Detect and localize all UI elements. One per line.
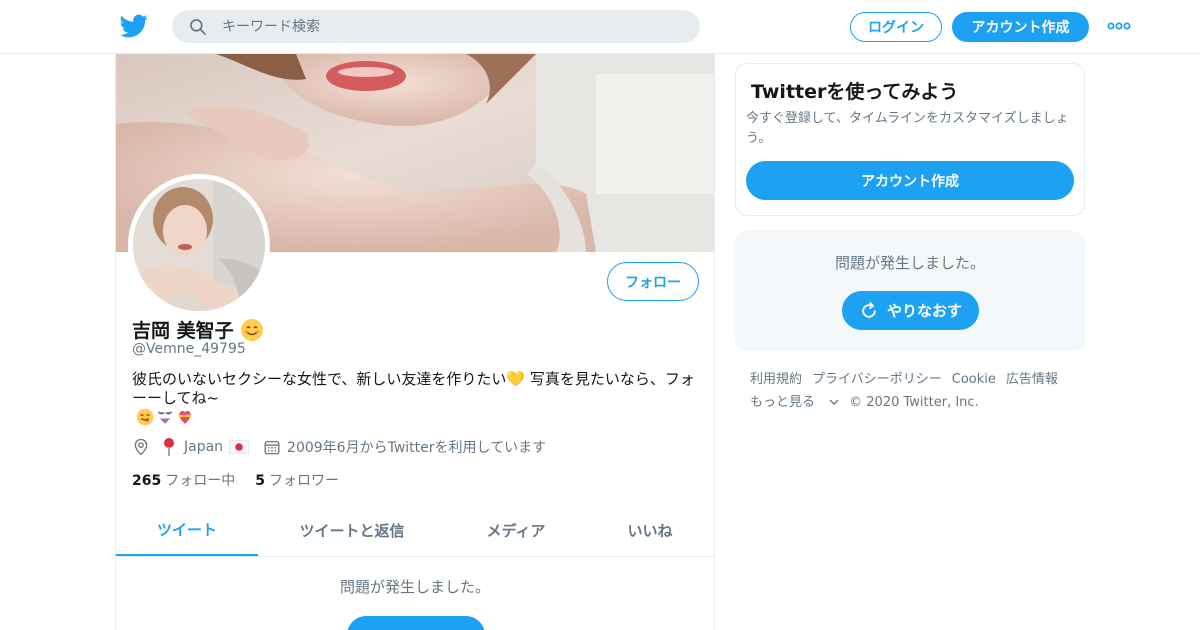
signup-card-title: Twitterを使ってみよう [751,81,959,103]
footer-link-ads[interactable]: 広告情報 [1006,368,1058,391]
footer-link-cookie[interactable]: Cookie [952,368,996,391]
retry-button-label: やりなおす [886,302,962,320]
sidebar-footer: 利用規約 プライバシーポリシー Cookie 広告情報 もっと見る © 2020 Tw… [750,368,1080,414]
signup-card-description: 今すぐ登録して、タイムラインをカスタマイズしましょう。 [746,111,1069,146]
refresh-icon [862,301,876,318]
followers-count: 5 [255,473,265,489]
profile-meta-row: Japan 2009年6月からTwitterを利用しています [132,437,546,457]
tab-likes[interactable]: いいね [586,504,714,556]
footer-link-terms[interactable]: 利用規約 [750,368,802,391]
smile-emoji-icon [240,318,263,341]
profile-counts: 265 フォロー中 5 フォロワー [132,470,339,490]
followers-count-link[interactable]: 5 フォロワー [255,470,339,490]
profile-bio: 彼氏のいないセクシーな女性で、新しい友達を作りたい💛 写真を見たいなら、フォーー… [132,370,695,407]
search-box[interactable] [172,10,700,43]
profile-tabs: ツイート ツイートと返信 メディア いいね [116,504,714,557]
savoring-emoji-icon [136,408,154,426]
tab-tweets-and-replies[interactable]: ツイートと返信 [258,504,446,556]
following-count: 265 [132,473,162,489]
location-icon [134,438,148,456]
profile-column: フォロー 吉岡 美智子 @Vemne_49795 彼氏のいないセクシーな女性で、… [115,54,715,630]
timeline-retry-button[interactable] [347,616,485,630]
retry-button[interactable]: やりなおす [842,291,979,330]
heart-ribbon-emoji-icon [178,411,192,424]
timeline-error-text: 問題が発生しました。 [339,578,490,596]
profile-avatar[interactable] [128,174,270,316]
twitter-bird-icon[interactable] [119,12,149,40]
signup-card-button[interactable]: アカウント作成 [746,161,1074,200]
signup-card: Twitterを使ってみよう 今すぐ登録して、タイムラインをカスタマイズしましょ… [735,63,1085,216]
bikini-emoji-icon [157,411,173,424]
pin-emoji-icon [164,438,174,456]
profile-joined-date: 2009年6月からTwitterを利用しています [287,440,547,456]
more-dots-icon[interactable] [1106,18,1132,34]
footer-link-privacy[interactable]: プライバシーポリシー [812,368,942,391]
signup-button[interactable]: アカウント作成 [952,12,1089,42]
bio-emoji-row [136,408,194,426]
search-icon [190,19,206,35]
sidebar-error-text: 問題が発生しました。 [834,254,985,272]
followers-label: フォロワー [268,473,339,489]
profile-name-row: 吉岡 美智子 [132,316,264,343]
sidebar-error-card: 問題が発生しました。 やりなおす [735,231,1085,351]
following-label: フォロー中 [165,473,236,489]
following-count-link[interactable]: 265 フォロー中 [132,470,235,490]
profile-handle: @Vemne_49795 [132,341,246,357]
tab-media[interactable]: メディア [446,504,586,556]
calendar-icon [264,441,280,455]
search-input[interactable] [222,10,682,43]
footer-more-link[interactable]: もっと見る [750,391,839,414]
display-name: 吉岡 美智子 [132,320,234,342]
footer-more-label: もっと見る [750,395,816,410]
footer-copyright: © 2020 Twitter, Inc. [849,395,979,410]
follow-button[interactable]: フォロー [607,262,699,301]
login-button[interactable]: ログイン [850,12,942,42]
avatar-image [133,179,265,311]
tab-tweets[interactable]: ツイート [116,504,258,556]
profile-location: Japan [184,439,224,455]
chevron-down-icon [829,399,839,405]
japan-flag-icon [229,440,250,454]
top-navigation-bar: ログイン アカウント作成 [0,0,1200,54]
